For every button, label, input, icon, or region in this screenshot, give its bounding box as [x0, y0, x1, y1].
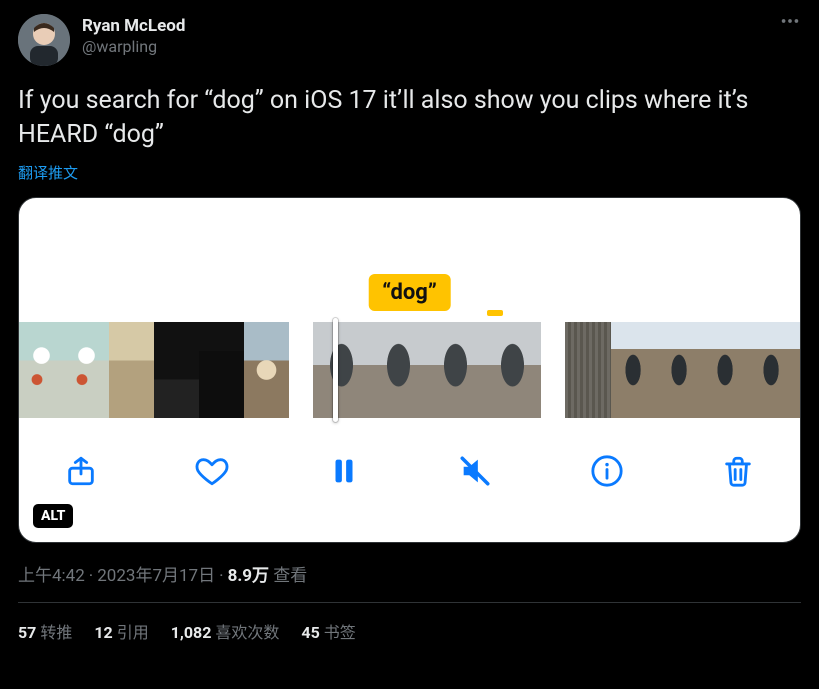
timeline-frame — [244, 322, 289, 418]
search-term-tooltip: “dog” — [368, 274, 451, 311]
likes-count: 1,082 — [171, 623, 212, 642]
timeline-frame — [64, 322, 109, 418]
tooltip-marker — [487, 310, 503, 316]
pause-icon — [327, 454, 361, 488]
post-date[interactable]: 2023年7月17日 — [97, 566, 215, 586]
share-button[interactable] — [59, 449, 103, 493]
timeline-frame — [199, 322, 244, 418]
timeline-frame — [565, 322, 611, 418]
retweets-stat[interactable]: 57转推 — [18, 619, 72, 643]
handle: @warpling — [82, 37, 185, 57]
trash-icon — [721, 454, 755, 488]
playhead[interactable] — [333, 318, 338, 422]
delete-button[interactable] — [716, 449, 760, 493]
display-name: Ryan McLeod — [82, 16, 185, 37]
heart-icon — [195, 454, 229, 488]
likes-label: 喜欢次数 — [215, 623, 279, 642]
info-icon — [590, 454, 624, 488]
timeline-frame — [154, 322, 199, 418]
video-timeline — [19, 322, 800, 418]
clip-group[interactable] — [313, 322, 541, 418]
translate-link[interactable]: 翻译推文 — [18, 162, 78, 183]
tweet-meta: 上午4:42·2023年7月17日·8.9万 查看 — [18, 561, 801, 586]
engagement-stats: 57转推 12 引用 1,082喜欢次数 45 书签 — [18, 603, 801, 659]
avatar[interactable] — [18, 14, 70, 66]
bookmarks-label: 书签 — [324, 623, 356, 642]
timeline-frame — [749, 322, 795, 418]
bookmarks-stat[interactable]: 45 书签 — [301, 619, 355, 643]
likes-stat[interactable]: 1,082喜欢次数 — [171, 619, 280, 643]
author-block[interactable]: Ryan McLeod @warpling — [82, 14, 185, 57]
quotes-count: 12 — [94, 623, 112, 642]
post-time[interactable]: 上午4:42 — [18, 566, 85, 586]
timeline-frame — [370, 322, 427, 418]
mute-button[interactable] — [453, 449, 497, 493]
speaker-muted-icon — [458, 454, 492, 488]
more-button[interactable] — [779, 10, 801, 36]
views-count: 8.9万 — [228, 566, 269, 586]
player-controls — [19, 436, 800, 506]
info-button[interactable] — [585, 449, 629, 493]
timeline-frame — [484, 322, 541, 418]
clip-group[interactable] — [19, 322, 289, 418]
timeline-frame — [427, 322, 484, 418]
share-icon — [64, 454, 98, 488]
tweet-text: If you search for “dog” on iOS 17 it’ll … — [18, 84, 801, 152]
media-attachment[interactable]: “dog” — [18, 197, 801, 543]
alt-badge[interactable]: ALT — [33, 504, 73, 528]
tweet-container: Ryan McLeod @warpling If you search for … — [0, 0, 819, 659]
timeline-frame — [19, 322, 64, 418]
timeline-frame — [795, 322, 801, 418]
avatar-face-icon — [18, 14, 70, 66]
retweets-label: 转推 — [40, 623, 72, 642]
timeline-frame — [611, 322, 657, 418]
views-label: 查看 — [273, 566, 307, 586]
timeline-frame — [657, 322, 703, 418]
bookmarks-count: 45 — [301, 623, 319, 642]
favorite-button[interactable] — [190, 449, 234, 493]
timeline-frame — [313, 322, 370, 418]
retweets-count: 57 — [18, 623, 36, 642]
timeline-frame — [703, 322, 749, 418]
tweet-header: Ryan McLeod @warpling — [18, 14, 801, 66]
pause-button[interactable] — [322, 449, 366, 493]
quotes-label: 引用 — [117, 623, 149, 642]
quotes-stat[interactable]: 12 引用 — [94, 619, 148, 643]
clip-group[interactable] — [565, 322, 801, 418]
timeline-frame — [109, 322, 154, 418]
